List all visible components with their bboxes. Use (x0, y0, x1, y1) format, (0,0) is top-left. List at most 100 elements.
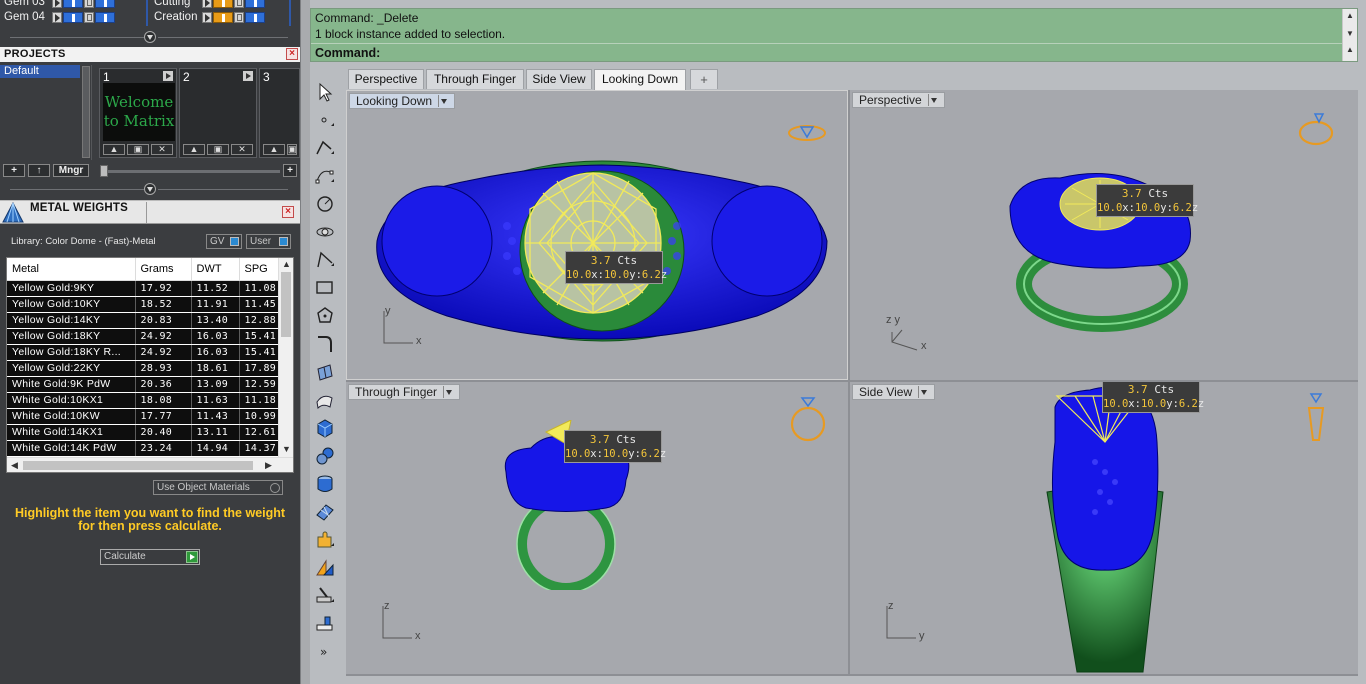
viewport-label[interactable]: Perspective (852, 92, 945, 108)
rectangle-icon[interactable] (313, 276, 337, 300)
metal-weights-table[interactable]: Metal Grams DWT SPG Yellow Gold:9KY 17.92… (6, 257, 294, 473)
project-thumbnail-1[interactable]: 1 Welcome to Matrix ▲ ▣ ✕ (99, 68, 177, 158)
more-tools-icon[interactable]: » (313, 640, 337, 664)
thumbnail-arrow-icon[interactable] (163, 71, 173, 81)
table-row[interactable]: White Gold:9K PdW 20.36 13.09 12.59 (7, 376, 280, 393)
viewport-perspective[interactable]: Perspective 3.7 Cts 10.0x:10.0y:6.2z z y… (850, 90, 1358, 380)
viewport-through-finger[interactable]: Through Finger 3.7 Cts 10.0x:10.0y:6.2z … (346, 382, 848, 674)
box-icon[interactable] (313, 416, 337, 440)
arc-icon[interactable] (313, 248, 337, 272)
table-row[interactable]: Yellow Gold:22KY 28.93 18.61 17.89 (7, 360, 280, 377)
puzzle-icon[interactable] (313, 528, 337, 552)
zoom-in-thumbnails-button[interactable]: + (283, 164, 297, 177)
curve-points-icon[interactable] (313, 164, 337, 188)
table-row[interactable]: Yellow Gold:14KY 20.83 13.40 12.88 (7, 312, 280, 329)
save-icon[interactable]: ▣ (127, 144, 149, 155)
table-row[interactable]: Yellow Gold:18KY 24.92 16.03 15.41 (7, 328, 280, 345)
tab-looking-down[interactable]: Looking Down (594, 69, 686, 90)
ring-orientation-icon[interactable] (1304, 390, 1328, 446)
measure-icon[interactable] (313, 584, 337, 608)
use-object-materials-select[interactable]: Use Object Materials (153, 480, 283, 495)
scroll-up-icon[interactable]: ▲ (1346, 45, 1354, 54)
viewport-side-view[interactable]: Side View 3.7 Cts 10.0x:10.0y:6.2z z y (850, 382, 1358, 674)
viewport-label[interactable]: Looking Down (349, 93, 456, 109)
tab-side-view[interactable]: Side View (526, 69, 592, 89)
lock-icon[interactable] (84, 11, 94, 23)
manager-button[interactable]: Mngr (53, 164, 89, 177)
project-item-default[interactable]: Default (0, 65, 80, 78)
circle-icon[interactable] (313, 192, 337, 216)
table-row[interactable]: Yellow Gold:18KY R... 24.92 16.03 15.41 (7, 344, 280, 361)
layer-expand-icon[interactable] (202, 11, 212, 23)
chevron-down-icon[interactable] (918, 386, 928, 398)
scroll-thumb[interactable] (23, 461, 253, 470)
layer-color-swatch[interactable] (63, 11, 83, 23)
chevron-down-icon[interactable] (443, 386, 453, 398)
command-scrollbar[interactable]: ▲ ▼ ▲ (1342, 9, 1357, 61)
layer-expand-icon[interactable] (52, 0, 62, 8)
table-row[interactable]: Yellow Gold:10KY 18.52 11.91 11.45 (7, 296, 280, 313)
scroll-right-icon[interactable]: ▶ (265, 460, 272, 471)
tab-through-finger[interactable]: Through Finger (426, 69, 524, 89)
tab-perspective[interactable]: Perspective (348, 69, 424, 89)
collapse-layers-icon[interactable] (144, 31, 156, 43)
add-project-button[interactable]: + (3, 164, 25, 177)
thumbnail-size-slider[interactable] (100, 170, 280, 173)
viewport-looking-down[interactable]: Looking Down 3.7 Cts 10.0x:10.0y:6.2z y … (346, 90, 848, 380)
layer-visibility-toggle[interactable] (245, 11, 265, 23)
polygon-icon[interactable] (313, 304, 337, 328)
layer-color-swatch[interactable] (213, 11, 233, 23)
project-thumbnail-3[interactable]: 3 ▲ ▣ (259, 68, 300, 158)
delete-icon[interactable]: ✕ (231, 144, 253, 155)
upload-icon[interactable]: ▲ (103, 144, 125, 155)
point-icon[interactable] (313, 108, 337, 132)
table-row[interactable]: Yellow Gold:9KY 17.92 11.52 11.08 (7, 280, 280, 297)
analyze-icon[interactable] (313, 612, 337, 636)
save-icon[interactable]: ▣ (207, 144, 229, 155)
layer-expand-icon[interactable] (52, 11, 62, 23)
user-toggle[interactable]: User (246, 234, 291, 249)
column-header-metal[interactable]: Metal (7, 258, 136, 281)
column-header-spg[interactable]: SPG (239, 258, 280, 281)
surface-edit-icon[interactable] (313, 388, 337, 412)
panel-splitter[interactable] (300, 0, 310, 684)
scroll-left-icon[interactable]: ◀ (11, 460, 18, 471)
add-tab-button[interactable]: + (690, 69, 718, 89)
project-thumbnail-2[interactable]: 2 ▲ ▣ ✕ (179, 68, 257, 158)
polyline-icon[interactable] (313, 136, 337, 160)
transform-icon[interactable] (313, 556, 337, 580)
scroll-up-icon[interactable]: ▲ (1346, 11, 1354, 20)
collapse-projects-icon[interactable] (144, 183, 156, 195)
table-row[interactable]: White Gold:10KW 17.77 11.43 10.99 (7, 408, 280, 425)
viewport-label[interactable]: Through Finger (348, 384, 461, 400)
select-arrow-icon[interactable] (313, 80, 337, 104)
rotate-icon[interactable] (313, 220, 337, 244)
save-icon[interactable]: ▣ (287, 144, 297, 155)
upload-project-button[interactable]: ↑ (28, 164, 50, 177)
command-prompt-input[interactable]: Command: (315, 46, 380, 60)
ring-model-perspective[interactable] (990, 156, 1210, 336)
close-projects-icon[interactable]: × (286, 48, 298, 60)
table-row[interactable]: White Gold:10KX1 18.08 11.63 11.18 (7, 392, 280, 409)
fillet-curve-icon[interactable] (313, 332, 337, 356)
scroll-down-icon[interactable]: ▼ (282, 444, 291, 454)
upload-icon[interactable]: ▲ (263, 144, 285, 155)
lock-icon[interactable] (84, 0, 94, 8)
table-row[interactable]: White Gold:14KX1 20.40 13.11 12.61 (7, 424, 280, 441)
viewport-label[interactable]: Side View (852, 384, 936, 400)
gv-toggle[interactable]: GV (206, 234, 242, 249)
table-horizontal-scrollbar[interactable]: ◀ ▶ (7, 457, 293, 472)
layer-row-gem-03[interactable]: Gem 03 (0, 0, 116, 9)
ring-orientation-icon[interactable] (786, 392, 830, 444)
scroll-thumb[interactable] (281, 272, 291, 337)
layer-visibility-toggle[interactable] (95, 11, 115, 23)
scroll-down-icon[interactable]: ▼ (1346, 29, 1354, 38)
ring-model-side-view[interactable] (1035, 382, 1175, 674)
layer-color-swatch[interactable] (63, 0, 83, 8)
thumbnail-arrow-icon[interactable] (243, 71, 253, 81)
column-header-dwt[interactable]: DWT (191, 258, 240, 281)
slider-knob[interactable] (100, 165, 108, 177)
table-row[interactable]: White Gold:14K PdW 23.24 14.94 14.37 (7, 440, 280, 457)
upload-icon[interactable]: ▲ (183, 144, 205, 155)
layer-row-gem-04[interactable]: Gem 04 (0, 10, 116, 24)
